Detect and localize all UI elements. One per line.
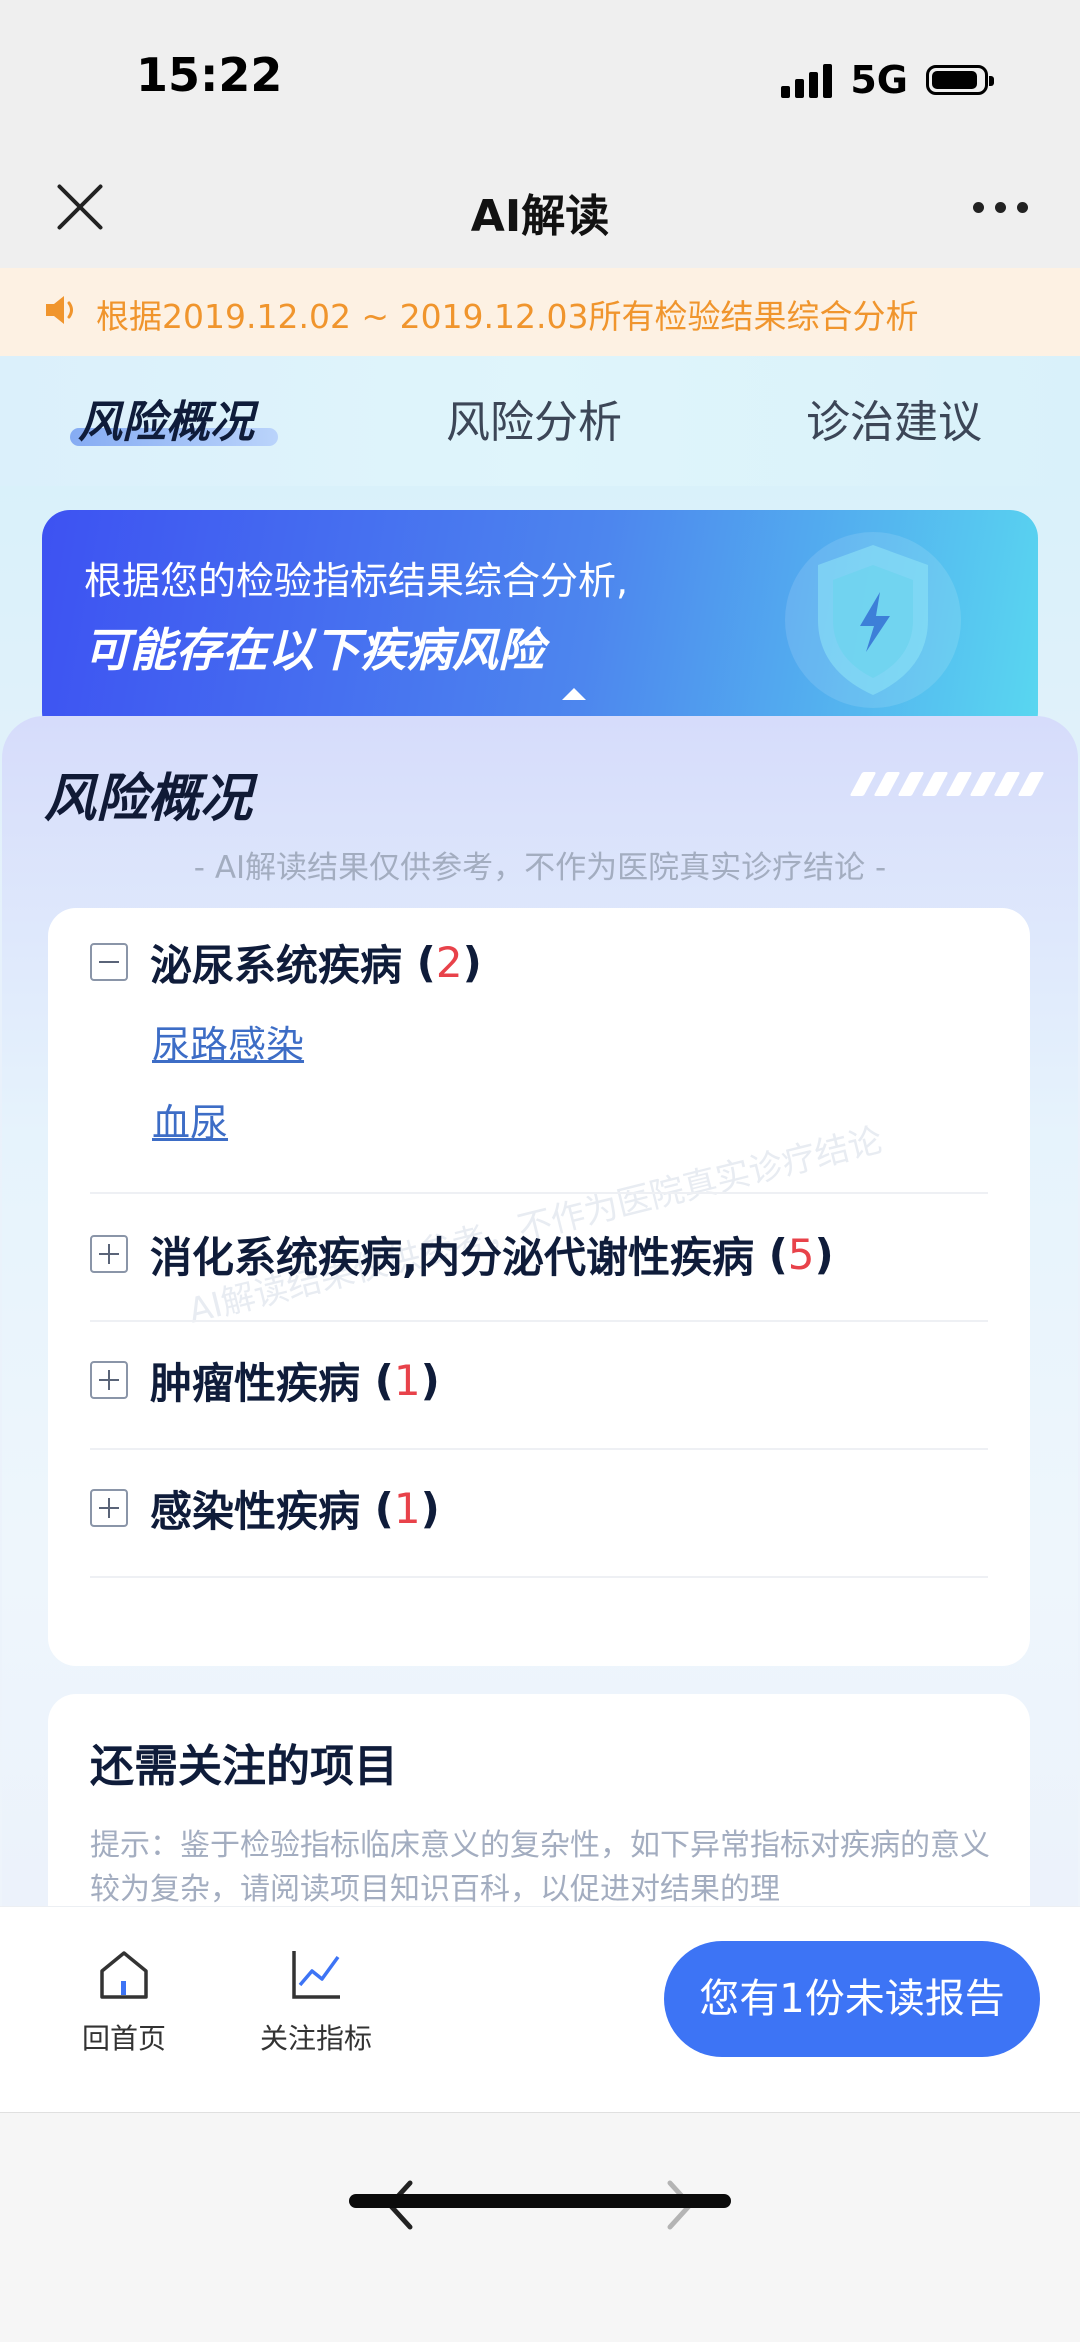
bottom-action-bar: 回首页 关注指标 您有1份未读报告	[0, 1906, 1080, 2113]
tab-treatment-advice[interactable]: 诊治建议	[806, 386, 982, 450]
tab-risk-analysis[interactable]: 风险分析	[446, 386, 622, 450]
category-header[interactable]: 肿瘤性疾病 (1)	[90, 1350, 988, 1410]
nav-bar: AI解读	[0, 150, 1080, 268]
category-count: (5)	[753, 1229, 834, 1279]
category-header[interactable]: 泌尿系统疾病 (2)	[90, 932, 988, 992]
divider	[90, 1192, 988, 1194]
disease-link-hematuria[interactable]: 血尿	[152, 1084, 988, 1162]
category-name: 肿瘤性疾病	[150, 1358, 361, 1408]
unread-report-button[interactable]: 您有1份未读报告	[664, 1941, 1040, 2057]
disclaimer-text: - AI解读结果仅供参考，不作为医院真实诊疗结论 -	[193, 850, 887, 886]
disease-risk-card: AI解读结果仅供参考，不作为医院真实诊疗结论 泌尿系统疾病 (2) 尿路感染 血…	[48, 908, 1030, 1666]
trend-chart-icon	[292, 1951, 340, 1999]
battery-icon	[926, 65, 994, 95]
category-header[interactable]: 消化系统疾病,内分泌代谢性疾病 (5)	[90, 1224, 988, 1284]
risk-banner: 根据您的检验指标结果综合分析, 可能存在以下疾病风险	[42, 510, 1038, 740]
expand-icon[interactable]	[90, 1361, 128, 1399]
divider	[90, 1576, 988, 1578]
tab-bar: 风险概况 风险分析 诊治建议	[0, 356, 1080, 486]
attention-tip: 提示：鉴于检验指标临床意义的复杂性，如下异常指标对疾病的意义较为复杂，请阅读项目…	[90, 1828, 990, 1907]
disease-link-urinary-infection[interactable]: 尿路感染	[152, 1006, 988, 1084]
more-icon[interactable]	[973, 202, 1028, 213]
category-header[interactable]: 感染性疾病 (1)	[90, 1478, 988, 1538]
category-count: (1)	[360, 1355, 440, 1405]
notice-bar: 根据2019.12.02 ~ 2019.12.03所有检验结果综合分析	[0, 268, 1080, 356]
status-time: 15:22	[136, 48, 283, 102]
status-bar: 15:22 5G	[0, 0, 1080, 150]
category-name: 泌尿系统疾病	[150, 940, 403, 990]
banner-subtitle: 根据您的检验指标结果综合分析,	[84, 559, 629, 603]
attention-title: 还需关注的项目	[90, 1741, 398, 1792]
expand-icon[interactable]	[90, 1235, 128, 1273]
notice-text: 根据2019.12.02 ~ 2019.12.03所有检验结果综合分析	[96, 297, 919, 336]
home-indicator	[349, 2194, 731, 2208]
speaker-icon	[46, 296, 73, 324]
expand-icon[interactable]	[90, 1489, 128, 1527]
banner-caret	[562, 688, 586, 700]
category-digestive-endocrine: 消化系统疾病,内分泌代谢性疾病 (5)	[90, 1224, 988, 1284]
home-button[interactable]: 回首页	[82, 1945, 166, 2057]
banner-headline: 可能存在以下疾病风险	[84, 623, 544, 677]
collapse-icon[interactable]	[90, 943, 128, 981]
divider	[90, 1320, 988, 1322]
indicators-button[interactable]: 关注指标	[260, 1945, 372, 2057]
category-urinary: 泌尿系统疾病 (2) 尿路感染 血尿	[90, 932, 988, 1162]
attention-card: 还需关注的项目 提示：鉴于检验指标临床意义的复杂性，如下异常指标对疾病的意义较为…	[48, 1694, 1030, 1934]
category-count: (1)	[360, 1483, 440, 1533]
home-icon	[100, 1951, 148, 1999]
divider	[90, 1448, 988, 1450]
category-tumor: 肿瘤性疾病 (1)	[90, 1350, 988, 1410]
status-indicators: 5G	[781, 58, 994, 102]
browser-toolbar	[0, 2112, 1080, 2342]
decorative-stripes	[849, 772, 1045, 796]
category-name: 感染性疾病	[150, 1486, 361, 1536]
shield-icon	[785, 532, 961, 708]
signal-icon	[781, 62, 833, 98]
home-label: 回首页	[82, 2022, 167, 2055]
section-title: 风险概况	[44, 769, 253, 829]
page-title: AI解读	[470, 191, 610, 242]
tab-risk-overview[interactable]: 风险概况	[78, 386, 254, 450]
category-name: 消化系统疾病,内分泌代谢性疾病	[150, 1232, 754, 1282]
category-count: (2)	[402, 937, 482, 987]
network-type: 5G	[850, 58, 908, 102]
indicators-label: 关注指标	[260, 2022, 373, 2055]
category-infectious: 感染性疾病 (1)	[90, 1478, 988, 1538]
